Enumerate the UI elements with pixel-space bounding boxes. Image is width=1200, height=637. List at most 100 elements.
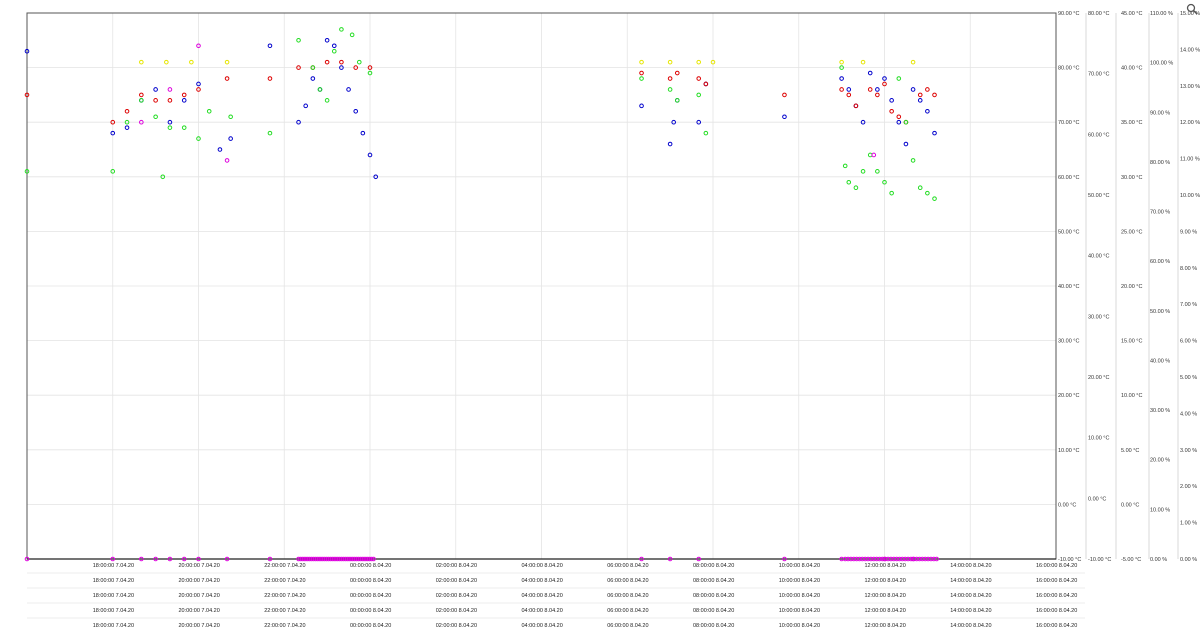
x-tick-label: 14:00:00 8.04.20	[950, 593, 991, 599]
x-tick-label: 14:00:00 8.04.20	[950, 608, 991, 614]
x-tick-label: 12:00:00 8.04.20	[865, 623, 906, 629]
x-tick-label: 10:00:00 8.04.20	[779, 608, 820, 614]
x-tick-label: 00:00:00 8.04.20	[350, 578, 391, 584]
x-tick-label: 22:00:00 7.04.20	[264, 608, 305, 614]
x-tick-label: 08:00:00 8.04.20	[693, 608, 734, 614]
y-tick-label: 5.00 °C	[1121, 448, 1139, 454]
x-tick-label: 22:00:00 7.04.20	[264, 578, 305, 584]
y-tick-label: 80.00 °C	[1058, 66, 1079, 72]
y-tick-label: 60.00 °C	[1058, 175, 1079, 181]
y-tick-label: -5.00 °C	[1121, 557, 1141, 563]
y-tick-label: 5.00 %	[1180, 375, 1197, 381]
x-tick-label: 16:00:00 8.04.20	[1036, 593, 1077, 599]
x-tick-label: 20:00:00 7.04.20	[179, 608, 220, 614]
x-tick-label: 22:00:00 7.04.20	[264, 623, 305, 629]
x-tick-label: 04:00:00 8.04.20	[522, 623, 563, 629]
x-tick-label: 14:00:00 8.04.20	[950, 623, 991, 629]
y-tick-label: 80.00 %	[1150, 160, 1170, 166]
y-tick-label: 45.00 °C	[1121, 11, 1142, 17]
y-tick-label: 25.00 °C	[1121, 229, 1142, 235]
y-tick-label: 20.00 °C	[1058, 393, 1079, 399]
x-tick-label: 16:00:00 8.04.20	[1036, 578, 1077, 584]
x-tick-label: 06:00:00 8.04.20	[607, 578, 648, 584]
y-tick-label: 12.00 %	[1180, 120, 1200, 126]
x-tick-label: 10:00:00 8.04.20	[779, 623, 820, 629]
y-tick-label: 9.00 %	[1180, 229, 1197, 235]
x-tick-label: 02:00:00 8.04.20	[436, 593, 477, 599]
x-tick-label: 08:00:00 8.04.20	[693, 563, 734, 569]
y-tick-label: 11.00 %	[1180, 157, 1200, 163]
y-tick-label: 110.00 %	[1150, 11, 1173, 17]
x-tick-label: 18:00:00 7.04.20	[93, 563, 134, 569]
x-tick-label: 10:00:00 8.04.20	[779, 563, 820, 569]
y-tick-label: 14.00 %	[1180, 47, 1200, 53]
y-tick-label: 30.00 °C	[1088, 314, 1109, 320]
y-tick-label: 10.00 °C	[1121, 393, 1142, 399]
y-tick-label: 10.00 °C	[1058, 448, 1079, 454]
y-tick-label: 0.00 °C	[1088, 496, 1106, 502]
x-tick-label: 00:00:00 8.04.20	[350, 623, 391, 629]
y-tick-label: 50.00 °C	[1058, 229, 1079, 235]
x-tick-label: 00:00:00 8.04.20	[350, 563, 391, 569]
x-tick-label: 06:00:00 8.04.20	[607, 563, 648, 569]
y-tick-label: 3.00 %	[1180, 448, 1197, 454]
y-tick-label: 0.00 %	[1150, 557, 1167, 563]
x-tick-label: 22:00:00 7.04.20	[264, 563, 305, 569]
x-tick-label: 06:00:00 8.04.20	[607, 623, 648, 629]
y-tick-label: 20.00 °C	[1121, 284, 1142, 290]
x-tick-label: 06:00:00 8.04.20	[607, 608, 648, 614]
x-tick-label: 16:00:00 8.04.20	[1036, 563, 1077, 569]
y-tick-label: -10.00 °C	[1088, 557, 1111, 563]
x-tick-label: 16:00:00 8.04.20	[1036, 608, 1077, 614]
x-tick-label: 04:00:00 8.04.20	[522, 563, 563, 569]
y-tick-label: 70.00 °C	[1058, 120, 1079, 126]
y-tick-label: 100.00 %	[1150, 61, 1173, 67]
x-tick-label: 20:00:00 7.04.20	[179, 578, 220, 584]
x-tick-label: 16:00:00 8.04.20	[1036, 623, 1077, 629]
y-tick-label: 90.00 %	[1150, 110, 1170, 116]
x-tick-label: 12:00:00 8.04.20	[865, 578, 906, 584]
zoom-icon[interactable]	[1186, 2, 1198, 15]
y-tick-label: 40.00 °C	[1088, 254, 1109, 260]
x-tick-label: 00:00:00 8.04.20	[350, 593, 391, 599]
x-tick-label: 20:00:00 7.04.20	[179, 563, 220, 569]
y-tick-label: 8.00 %	[1180, 266, 1197, 272]
x-tick-label: 12:00:00 8.04.20	[865, 563, 906, 569]
x-tick-label: 04:00:00 8.04.20	[522, 578, 563, 584]
x-tick-label: 12:00:00 8.04.20	[865, 593, 906, 599]
x-tick-label: 14:00:00 8.04.20	[950, 563, 991, 569]
x-tick-label: 02:00:00 8.04.20	[436, 563, 477, 569]
x-tick-label: 02:00:00 8.04.20	[436, 623, 477, 629]
y-tick-label: 4.00 %	[1180, 411, 1197, 417]
chart: -10.00 °C 0.00 °C 10.00 °C 20.00 °C 30.00 °C…	[0, 0, 1200, 637]
y-tick-label: 70.00 %	[1150, 210, 1170, 216]
x-tick-label: 08:00:00 8.04.20	[693, 623, 734, 629]
y-tick-label: 40.00 %	[1150, 358, 1170, 364]
x-tick-label: 02:00:00 8.04.20	[436, 608, 477, 614]
x-tick-label: 02:00:00 8.04.20	[436, 578, 477, 584]
y-tick-label: 90.00 °C	[1058, 11, 1079, 17]
y-tick-label: 10.00 %	[1150, 507, 1170, 513]
y-tick-label: 20.00 °C	[1088, 375, 1109, 381]
y-tick-label: 60.00 %	[1150, 259, 1170, 265]
x-tick-label: 18:00:00 7.04.20	[93, 608, 134, 614]
x-tick-label: 18:00:00 7.04.20	[93, 593, 134, 599]
y-tick-label: 6.00 %	[1180, 339, 1197, 345]
y-tick-label: 70.00 °C	[1088, 72, 1109, 78]
y-tick-label: 15.00 °C	[1121, 339, 1142, 345]
x-tick-label: 08:00:00 8.04.20	[693, 593, 734, 599]
x-tick-label: 20:00:00 7.04.20	[179, 593, 220, 599]
y-tick-label: 1.00 %	[1180, 521, 1197, 527]
y-tick-label: 30.00 %	[1150, 408, 1170, 414]
y-tick-label: 10.00 °C	[1088, 436, 1109, 442]
y-tick-label: 80.00 °C	[1088, 11, 1109, 17]
x-tick-label: 14:00:00 8.04.20	[950, 578, 991, 584]
x-tick-label: 04:00:00 8.04.20	[522, 608, 563, 614]
x-tick-label: 06:00:00 8.04.20	[607, 593, 648, 599]
x-tick-label: 22:00:00 7.04.20	[264, 593, 305, 599]
y-tick-label: 7.00 %	[1180, 302, 1197, 308]
x-tick-label: 18:00:00 7.04.20	[93, 578, 134, 584]
y-tick-label: 10.00 %	[1180, 193, 1200, 199]
x-tick-label: 08:00:00 8.04.20	[693, 578, 734, 584]
y-tick-label: 30.00 °C	[1121, 175, 1142, 181]
